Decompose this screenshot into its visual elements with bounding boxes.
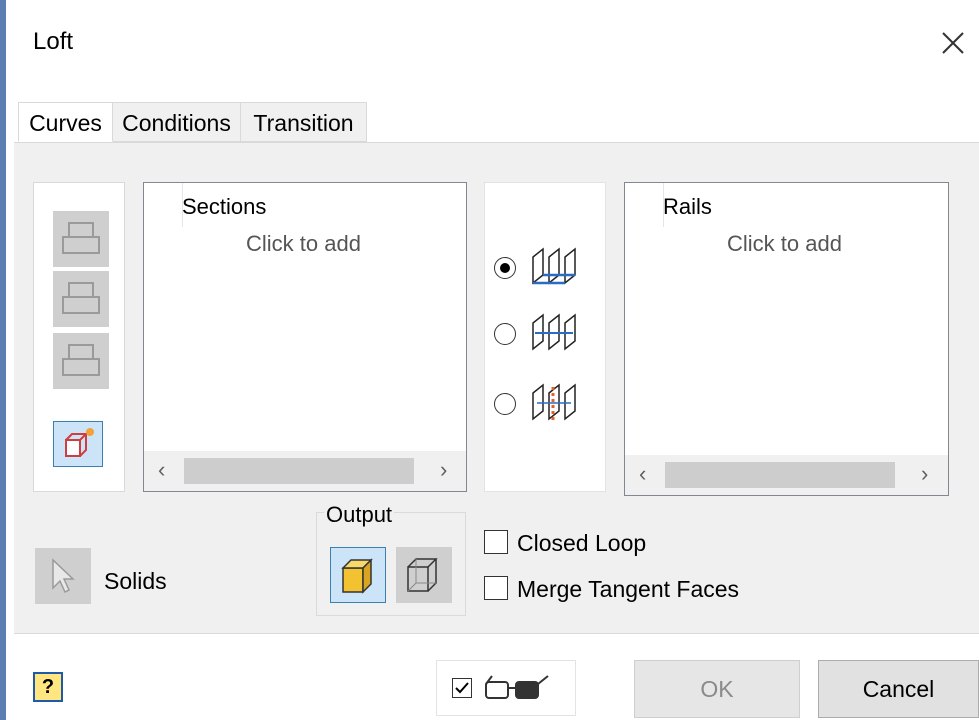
- move-down-icon: [62, 344, 100, 376]
- sections-scroll-thumb[interactable]: [184, 458, 414, 484]
- help-icon: ?: [41, 676, 55, 698]
- solids-label: Solids: [104, 568, 167, 594]
- rails-scroll-thumb[interactable]: [665, 462, 895, 488]
- move-middle-button[interactable]: [53, 271, 109, 327]
- surface-output-icon: [407, 558, 438, 592]
- section-toolbar: [33, 182, 125, 492]
- select-cursor-icon: [52, 558, 75, 594]
- loft-mode-panel: [484, 182, 606, 492]
- close-icon[interactable]: [938, 28, 968, 58]
- window-left-border: [0, 0, 6, 720]
- sections-scrollbar[interactable]: ‹ ›: [144, 451, 466, 491]
- move-down-button[interactable]: [53, 333, 109, 389]
- solid-output-icon: [341, 558, 373, 594]
- rails-click-to-add[interactable]: Click to add: [727, 231, 842, 257]
- add-section-button[interactable]: [53, 421, 103, 467]
- preview-glasses-icon: [485, 675, 549, 699]
- surface-output-button[interactable]: [396, 547, 452, 603]
- centerline-mode-radio[interactable]: [494, 323, 516, 345]
- area-loft-mode-radio[interactable]: [494, 393, 516, 415]
- tab-curves[interactable]: Curves: [18, 102, 113, 142]
- solid-output-button[interactable]: [330, 547, 386, 603]
- closed-loop-label: Closed Loop: [517, 530, 647, 556]
- rails-list[interactable]: Rails Click to add ‹ ›: [624, 182, 949, 496]
- merge-tangent-faces-label: Merge Tangent Faces: [517, 576, 740, 602]
- ok-button[interactable]: OK: [634, 660, 800, 718]
- add-section-icon: [65, 428, 94, 457]
- help-button[interactable]: ?: [33, 672, 63, 702]
- sections-header: Sections: [182, 194, 267, 219]
- rails-mode-radio[interactable]: [494, 257, 516, 279]
- sections-click-to-add[interactable]: Click to add: [246, 231, 361, 257]
- scroll-right-arrow-icon[interactable]: ›: [921, 461, 928, 487]
- move-middle-icon: [62, 282, 100, 314]
- rails-mode-icon: [532, 247, 576, 285]
- centerline-mode-icon: [532, 313, 576, 351]
- scroll-left-arrow-icon[interactable]: ‹: [639, 461, 646, 487]
- scroll-left-arrow-icon[interactable]: ‹: [158, 457, 165, 483]
- move-up-icon: [62, 222, 100, 254]
- scroll-right-arrow-icon[interactable]: ›: [440, 457, 447, 483]
- sections-list[interactable]: Sections Click to add ‹ ›: [143, 182, 467, 492]
- solids-select-button[interactable]: [35, 548, 91, 604]
- rails-scrollbar[interactable]: ‹ ›: [625, 455, 948, 495]
- dialog-title: Loft: [33, 28, 74, 55]
- rails-header: Rails: [663, 194, 712, 219]
- closed-loop-checkbox[interactable]: [484, 530, 508, 554]
- cancel-button[interactable]: Cancel: [818, 660, 979, 718]
- output-label: Output: [324, 502, 395, 528]
- tab-conditions[interactable]: Conditions: [113, 102, 241, 142]
- move-up-button[interactable]: [53, 211, 109, 267]
- merge-tangent-faces-checkbox[interactable]: [484, 576, 508, 600]
- tab-transition[interactable]: Transition: [241, 102, 367, 142]
- preview-checkbox[interactable]: [452, 678, 472, 698]
- checkmark-icon: [455, 682, 469, 694]
- area-loft-mode-icon: [532, 383, 576, 421]
